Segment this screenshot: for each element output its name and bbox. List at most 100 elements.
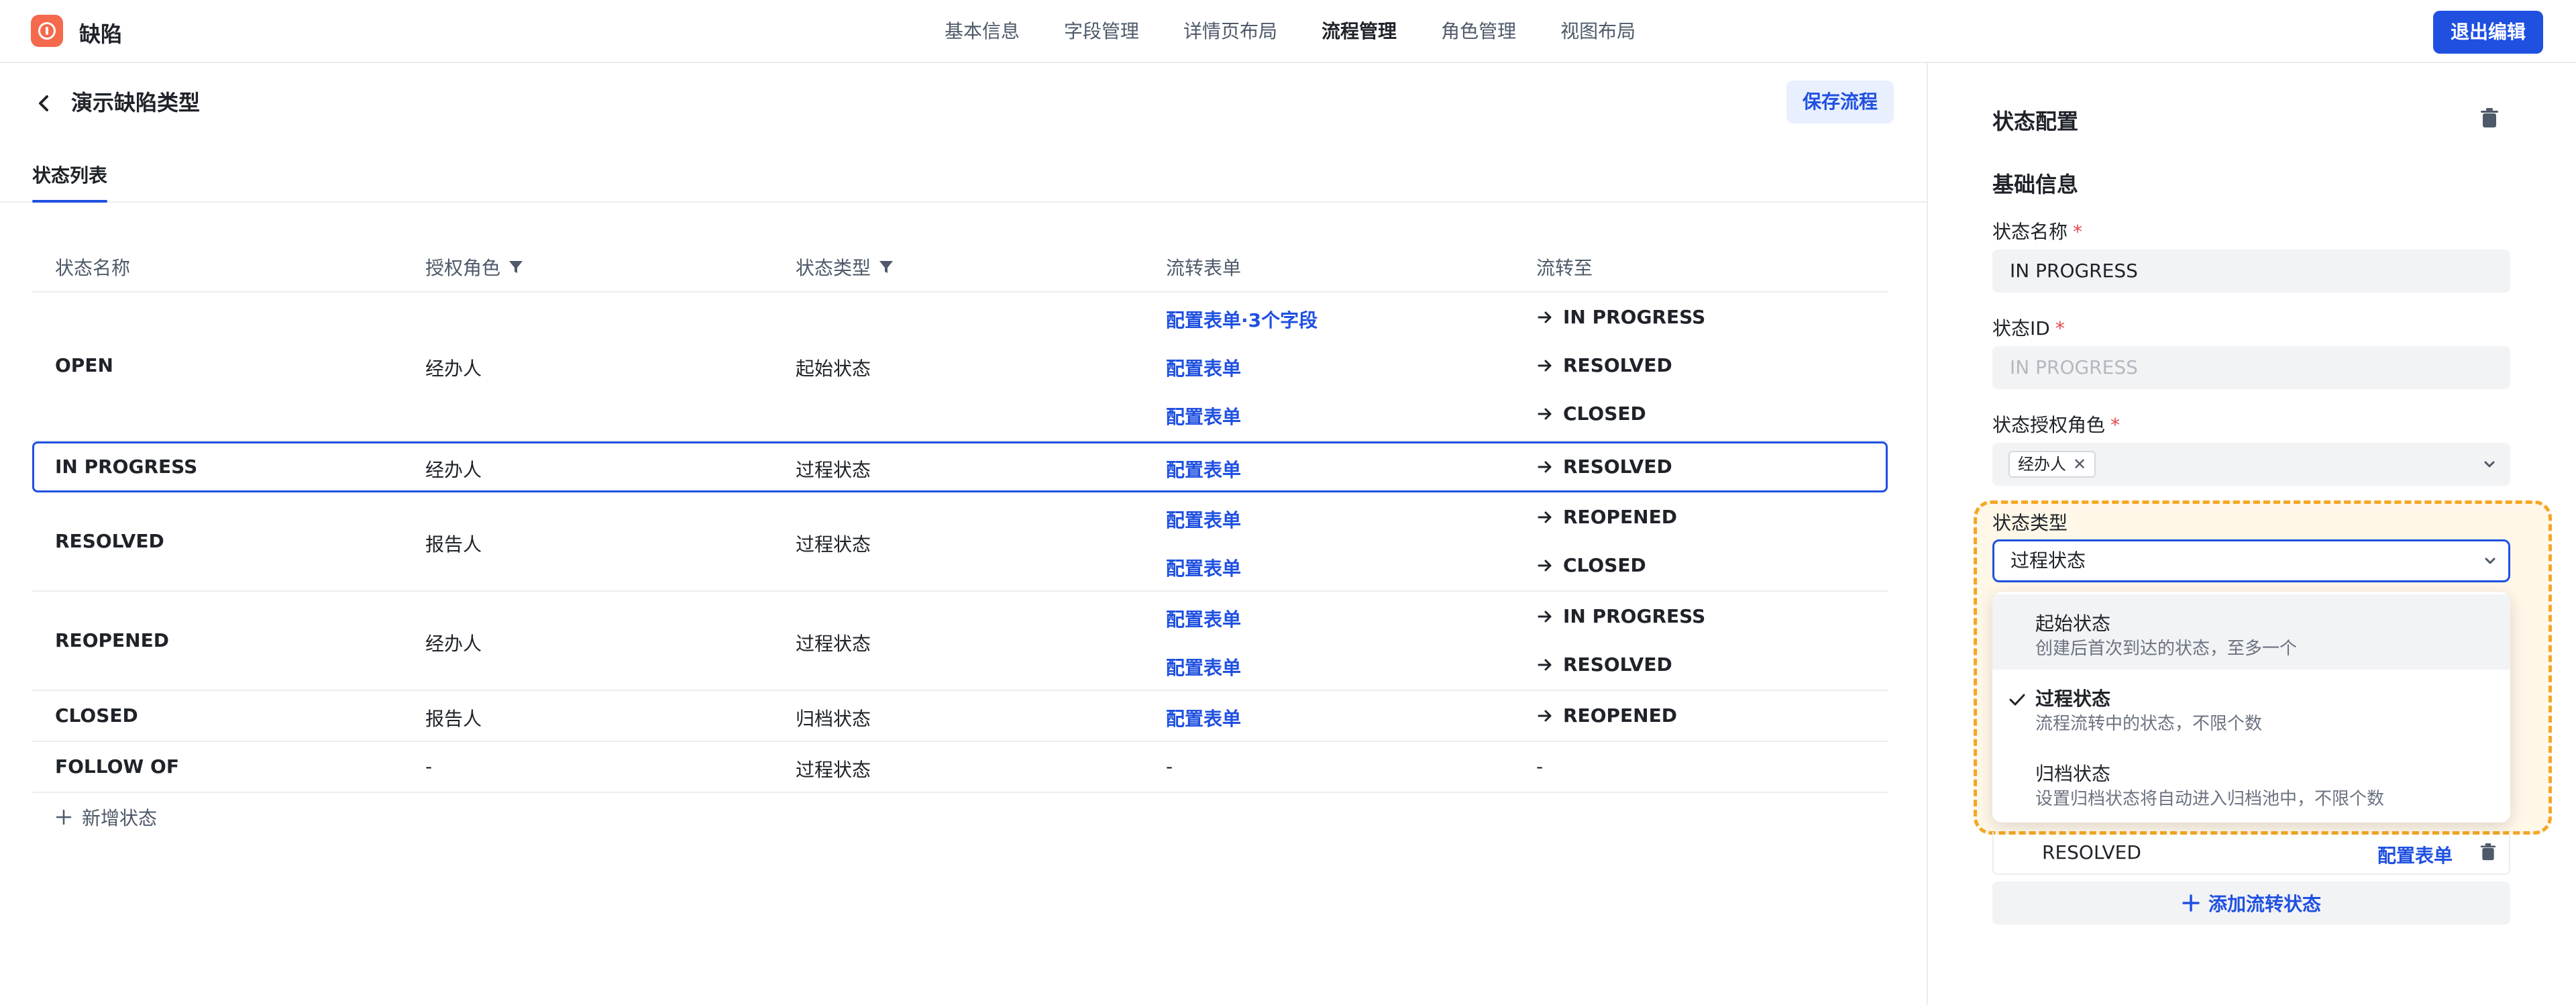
table-row[interactable]: RESOLVED 报告人 过程状态 配置表单 REOPENED 配置表单 CLO… [32, 492, 1888, 592]
option-desc: 流程流转中的状态，不限个数 [2035, 714, 2263, 734]
status-name-input[interactable]: IN PROGRESS [1992, 250, 2510, 293]
column-header-form: 流转表单 [1166, 254, 1241, 280]
config-form-link[interactable]: 配置表单 [2377, 841, 2453, 868]
target-label: RESOLVED [1563, 653, 1672, 676]
table-header: 状态名称 授权角色 状态类型 流转表单 流转至 [32, 240, 1888, 293]
required-mark: * [2055, 317, 2065, 339]
save-flow-button[interactable]: 保存流程 [1786, 81, 1894, 123]
table-row[interactable]: REOPENED 经办人 过程状态 配置表单 IN PROGRESS 配置表单 … [32, 592, 1888, 691]
header-label: 授权角色 [425, 257, 501, 279]
exit-edit-button[interactable]: 退出编辑 [2433, 11, 2543, 54]
arrow-right-icon [1538, 710, 1552, 721]
nav-basic-info[interactable]: 基本信息 [945, 0, 1020, 63]
filter-icon[interactable] [507, 258, 525, 276]
option-archive-state[interactable]: 归档状态 设置归档状态将自动进入归档池中，不限个数 [1992, 745, 2510, 820]
config-form-link[interactable]: 配置表单·3个字段 [1166, 306, 1318, 333]
config-form-link[interactable]: 配置表单 [1166, 403, 1241, 429]
role-tag-label: 经办人 [2018, 455, 2066, 474]
transition-target: IN PROGRESS [1536, 605, 1705, 627]
required-mark: * [2110, 414, 2121, 436]
config-form-link[interactable]: 配置表单 [1166, 704, 1241, 731]
option-title: 过程状态 [2035, 688, 2111, 710]
arrow-right-icon [1538, 560, 1552, 571]
target-label: CLOSED [1563, 554, 1646, 576]
add-transition-button[interactable]: 添加流转状态 [1992, 882, 2510, 924]
config-form-link[interactable]: 配置表单 [1166, 653, 1241, 680]
status-type: 过程状态 [796, 759, 871, 781]
nav-view-layout[interactable]: 视图布局 [1560, 0, 1635, 63]
header-label: 状态名称 [55, 257, 131, 279]
target-label: REOPENED [1563, 704, 1677, 727]
column-header-role: 授权角色 [425, 254, 525, 280]
config-form-link[interactable]: 配置表单 [1166, 554, 1241, 581]
panel-divider [1927, 63, 1928, 1005]
tab-status-list[interactable]: 状态列表 [32, 161, 108, 203]
nav-workflow-management[interactable]: 流程管理 [1322, 0, 1397, 63]
target-label: IN PROGRESS [1563, 605, 1706, 627]
target-label: CLOSED [1563, 403, 1646, 425]
page-title: 演示缺陷类型 [71, 90, 201, 115]
transition-target: REOPENED [1536, 704, 1677, 727]
header-label: 流转表单 [1166, 257, 1242, 279]
add-transition-label: 添加流转状态 [2208, 893, 2321, 915]
role-multiselect[interactable]: 经办人 ✕ [1992, 443, 2510, 486]
status-id-label: 状态ID * [1992, 314, 2065, 341]
table-row[interactable]: CLOSED 报告人 归档状态 配置表单 REOPENED [32, 691, 1888, 742]
config-form-link[interactable]: 配置表单 [1166, 456, 1241, 482]
trash-icon[interactable] [2479, 107, 2500, 129]
target-label: REOPENED [1563, 506, 1677, 528]
status-name: IN PROGRESS [55, 456, 198, 478]
role-tag: 经办人 ✕ [2008, 451, 2096, 478]
transition-target: RESOLVED [1536, 354, 1672, 376]
arrow-right-icon [1538, 611, 1552, 622]
add-state-button[interactable]: 新增状态 [55, 804, 157, 831]
transition-target: IN PROGRESS [1536, 306, 1705, 328]
tab-bar: 状态列表 [0, 153, 1927, 203]
transition-row: RESOLVED 配置表单 [1992, 832, 2510, 875]
column-header-type: 状态类型 [796, 254, 895, 280]
nav-detail-layout[interactable]: 详情页布局 [1183, 0, 1277, 63]
status-name: CLOSED [55, 704, 138, 727]
close-icon[interactable]: ✕ [2073, 452, 2086, 476]
section-basic-info: 基础信息 [1992, 172, 2079, 197]
status-role: 经办人 [425, 459, 482, 481]
label-text: 状态名称 [1992, 221, 2068, 243]
status-type-select[interactable]: 过程状态 [1992, 539, 2510, 582]
option-title: 归档状态 [2035, 763, 2111, 785]
transition-target: CLOSED [1536, 554, 1646, 576]
alert-circle-icon [31, 15, 63, 47]
panel-title: 状态配置 [1992, 109, 2079, 134]
config-form-link[interactable]: 配置表单 [1166, 506, 1241, 533]
label-text: 状态授权角色 [1992, 414, 2106, 436]
option-process-state[interactable]: 过程状态 流程流转中的状态，不限个数 [1992, 670, 2510, 745]
trash-icon[interactable] [2479, 843, 2497, 861]
target-label: IN PROGRESS [1563, 306, 1706, 328]
nav-field-management[interactable]: 字段管理 [1064, 0, 1139, 63]
chevron-down-icon [2485, 558, 2496, 564]
label-text: 状态ID [1992, 317, 2050, 339]
table-row[interactable]: FOLLOW OF - 过程状态 - - [32, 742, 1888, 793]
config-form-link[interactable]: 配置表单 [1166, 354, 1241, 381]
table-row-selected[interactable]: IN PROGRESS 经办人 过程状态 配置表单 RESOLVED [32, 441, 1888, 492]
arrow-right-icon [1538, 408, 1552, 419]
option-start-state[interactable]: 起始状态 创建后首次到达的状态，至多一个 [1992, 594, 2510, 670]
option-title: 起始状态 [2035, 613, 2111, 635]
config-form-link[interactable]: 配置表单 [1166, 605, 1241, 632]
arrow-right-icon [1538, 511, 1552, 523]
transition-form-empty: - [1166, 755, 1173, 778]
required-mark: * [2073, 221, 2083, 243]
option-desc: 设置归档状态将自动进入归档池中，不限个数 [2035, 789, 2385, 809]
chevron-down-icon [2484, 461, 2495, 468]
header-label: 流转至 [1536, 257, 1593, 279]
status-type: 过程状态 [796, 533, 871, 556]
status-type: 起始状态 [796, 358, 871, 380]
add-state-label: 新增状态 [82, 807, 158, 829]
table-row[interactable]: OPEN 经办人 起始状态 配置表单·3个字段 IN PROGRESS 配置表单… [32, 293, 1888, 441]
status-role: 报告人 [425, 533, 482, 556]
nav-role-management[interactable]: 角色管理 [1441, 0, 1516, 63]
plus-icon [2182, 894, 2200, 912]
plus-icon [56, 809, 72, 825]
status-id-input[interactable]: IN PROGRESS [1992, 346, 2510, 389]
filter-icon[interactable] [877, 258, 895, 276]
back-arrow-icon[interactable] [34, 90, 54, 117]
